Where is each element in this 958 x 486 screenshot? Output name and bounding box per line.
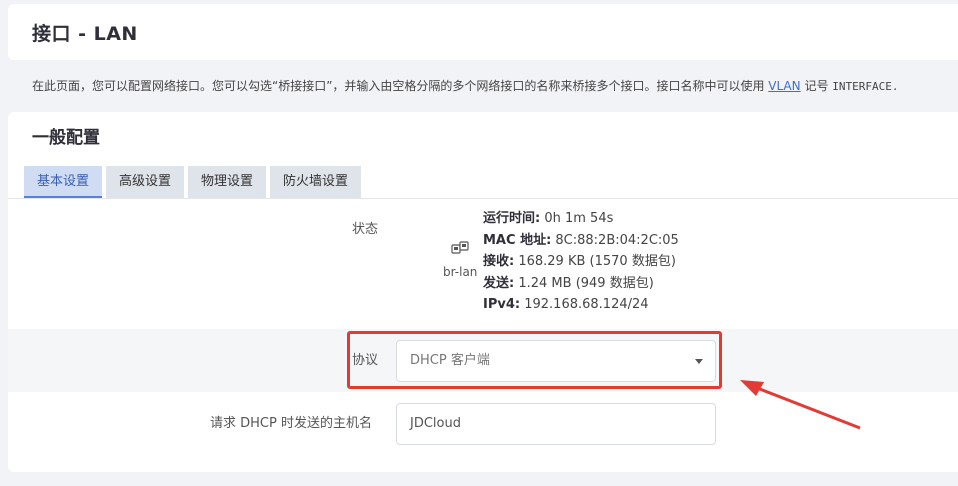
description-code: INTERFACE.: [832, 80, 899, 93]
status-value: 1.24 MB (949 数据包): [518, 275, 654, 291]
general-config-section: 一般配置 基本设置 高级设置 物理设置 防火墙设置 状态 br-lan 运行时间…: [8, 112, 958, 472]
status-value: 8C:88:2B:04:2C:05: [555, 232, 679, 248]
status-value: 0h 1m 54s: [544, 211, 614, 226]
status-mac: MAC 地址: 8C:88:2B:04:2C:05: [483, 230, 679, 252]
page-title: 接口 - LAN: [32, 23, 138, 45]
status-tx: 发送: 1.24 MB (949 数据包): [483, 273, 679, 295]
status-value: 192.168.68.124/24: [524, 297, 649, 312]
hostname-input[interactable]: JDCloud: [396, 403, 716, 445]
description-text-middle: 记号: [800, 79, 833, 93]
tab-divider: [8, 198, 958, 199]
highlight-box: [347, 331, 722, 389]
page: 接口 - LAN 在此页面，您可以配置网络接口。您可以勾选“桥接接口”，并输入由…: [0, 0, 958, 486]
vlan-link[interactable]: VLAN: [768, 79, 800, 93]
tab-firewall-settings[interactable]: 防火墙设置: [270, 166, 362, 198]
tab-bar: 基本设置 高级设置 物理设置 防火墙设置: [24, 166, 365, 198]
page-header: 接口 - LAN: [8, 4, 958, 60]
status-key: 运行时间:: [483, 211, 541, 226]
status-key: MAC 地址:: [483, 232, 552, 248]
status-key: 接收:: [483, 254, 515, 269]
status-value: 168.29 KB (1570 数据包): [518, 254, 676, 269]
section-title: 一般配置: [32, 128, 100, 148]
status-key: 发送:: [483, 275, 515, 291]
ethernet-bridge-icon: [451, 241, 469, 254]
tab-advanced-settings[interactable]: 高级设置: [106, 166, 185, 198]
status-label: 状态: [352, 222, 379, 237]
interface-name: br-lan: [443, 265, 478, 279]
description-text: 在此页面，您可以配置网络接口。您可以勾选“桥接接口”，并输入由空格分隔的多个网络…: [32, 79, 769, 93]
status-rx: 接收: 168.29 KB (1570 数据包): [483, 251, 679, 273]
page-description: 在此页面，您可以配置网络接口。您可以勾选“桥接接口”，并输入由空格分隔的多个网络…: [32, 77, 958, 94]
hostname-label: 请求 DHCP 时发送的主机名: [210, 416, 372, 431]
status-key: IPv4:: [483, 297, 521, 312]
status-ipv4: IPv4: 192.168.68.124/24: [483, 294, 679, 316]
status-details: 运行时间: 0h 1m 54s MAC 地址: 8C:88:2B:04:2C:0…: [483, 208, 679, 316]
tab-basic-settings[interactable]: 基本设置: [24, 166, 103, 198]
status-uptime: 运行时间: 0h 1m 54s: [483, 208, 679, 230]
tab-physical-settings[interactable]: 物理设置: [188, 166, 267, 198]
